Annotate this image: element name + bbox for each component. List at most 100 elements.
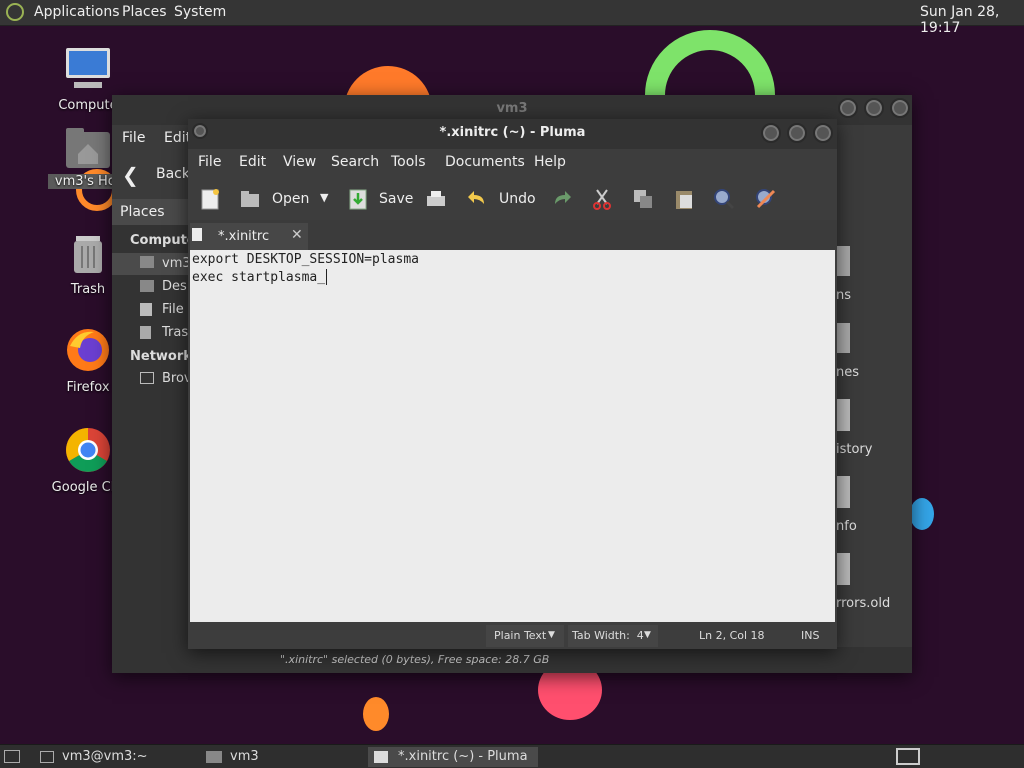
workspace-switcher[interactable]: [896, 748, 920, 765]
sidebar-item-label: vm3: [162, 256, 191, 271]
bottom-taskbar: vm3@vm3:~ vm3 *.xinitrc (~) - Pluma: [0, 744, 1024, 768]
close-button[interactable]: [890, 98, 910, 118]
window-title: vm3: [496, 101, 528, 116]
show-desktop-icon[interactable]: [4, 750, 20, 763]
folder-icon[interactable]: [836, 246, 850, 276]
sidebar-item-trash[interactable]: Tras: [112, 322, 188, 344]
insert-mode: INS: [801, 629, 820, 642]
tab-xinitrc[interactable]: *.xinitrc ✕: [190, 223, 308, 250]
home-folder-icon: [66, 128, 110, 168]
trash-icon: [140, 326, 151, 339]
menu-file[interactable]: File: [198, 154, 221, 170]
file-manager-statusbar: ".xinitrc" selected (0 bytes), Free spac…: [112, 647, 912, 673]
file-label[interactable]: nfo: [836, 519, 857, 534]
editor-line: exec startplasma_: [192, 270, 326, 285]
folder-icon: [206, 751, 222, 763]
close-tab-icon[interactable]: ✕: [291, 227, 303, 243]
chevron-down-icon: ▼: [548, 630, 555, 640]
folder-icon[interactable]: [836, 323, 850, 353]
pluma-statusbar: Plain Text ▼ Tab Width: 4 ▼ Ln 2, Col 18…: [188, 623, 837, 649]
syntax-dropdown[interactable]: Plain Text ▼: [486, 625, 564, 647]
chrome-icon: [66, 428, 110, 472]
menu-edit[interactable]: Edit: [239, 154, 266, 170]
toolbar: Open ▼ Save Undo: [188, 179, 837, 219]
save-button[interactable]: Save: [379, 191, 413, 207]
search-icon[interactable]: [712, 187, 736, 211]
file-label[interactable]: istory: [836, 442, 872, 457]
menu-documents[interactable]: Documents: [445, 154, 525, 170]
file-view: ns nes istory nfo rrors.old: [836, 199, 912, 647]
clock[interactable]: Sun Jan 28, 19:17: [920, 4, 1024, 36]
sidebar-item-label: File: [162, 302, 184, 317]
sidebar-item-browse-network[interactable]: Brov: [112, 368, 192, 390]
chevron-down-icon[interactable]: ▼: [320, 191, 328, 204]
close-button[interactable]: [813, 123, 833, 143]
sidebar-item-home[interactable]: vm3: [112, 253, 191, 275]
menu-file[interactable]: File: [122, 130, 145, 146]
undo-icon[interactable]: [465, 187, 489, 211]
places-dropdown[interactable]: Places: [112, 199, 188, 225]
back-arrow-icon[interactable]: ❮: [122, 163, 139, 187]
minimize-button[interactable]: [761, 123, 781, 143]
window-menu-button[interactable]: [192, 123, 208, 139]
text-editor[interactable]: export DESKTOP_SESSION=plasma exec start…: [190, 250, 835, 622]
open-icon[interactable]: [238, 187, 262, 211]
print-icon[interactable]: [424, 187, 448, 211]
task-pluma[interactable]: *.xinitrc (~) - Pluma: [368, 747, 538, 767]
window-title: *.xinitrc (~) - Pluma: [439, 125, 586, 140]
filesystem-icon: [140, 303, 152, 316]
file-icon[interactable]: [836, 476, 850, 508]
sidebar-item-filesystem[interactable]: File: [112, 299, 188, 321]
sidebar: Compute vm3 Des File Tras Network Brov: [112, 225, 196, 673]
minimize-button[interactable]: [838, 98, 858, 118]
file-icon[interactable]: [836, 553, 850, 585]
task-label: vm3@vm3:~: [62, 749, 148, 764]
mate-logo-icon[interactable]: [6, 3, 24, 21]
task-terminal[interactable]: vm3@vm3:~: [34, 747, 200, 767]
menu-help[interactable]: Help: [534, 154, 566, 170]
back-button[interactable]: Back: [156, 166, 190, 182]
tab-label: *.xinitrc: [218, 229, 270, 244]
tab-width-label: Tab Width: 4: [572, 629, 644, 642]
file-label[interactable]: ns: [836, 288, 851, 303]
system-menu[interactable]: System: [174, 4, 226, 20]
syntax-label: Plain Text: [494, 629, 547, 642]
menu-view[interactable]: View: [283, 154, 316, 170]
chevron-down-icon: ▼: [644, 630, 651, 640]
document-icon: [192, 228, 202, 241]
sidebar-item-desktop[interactable]: Des: [112, 276, 188, 298]
desktop-folder-icon: [140, 280, 154, 292]
new-document-icon[interactable]: [198, 187, 222, 211]
redo-icon[interactable]: [550, 187, 574, 211]
applications-menu[interactable]: Applications: [34, 4, 120, 20]
menu-search[interactable]: Search: [331, 154, 379, 170]
menubar: File Edit View Search Tools Documents He…: [188, 151, 837, 175]
maximize-button[interactable]: [787, 123, 807, 143]
task-label: vm3: [230, 749, 259, 764]
save-icon[interactable]: [346, 187, 370, 211]
task-file-manager[interactable]: vm3: [200, 747, 366, 767]
pluma-titlebar[interactable]: *.xinitrc (~) - Pluma: [188, 119, 837, 149]
status-text: ".xinitrc" selected (0 bytes), Free spac…: [280, 653, 550, 666]
menu-tools[interactable]: Tools: [391, 154, 426, 170]
file-label[interactable]: nes: [836, 365, 859, 380]
file-icon[interactable]: [836, 399, 850, 431]
firefox-icon: [67, 329, 109, 371]
cut-icon[interactable]: [590, 187, 614, 211]
file-label[interactable]: rrors.old: [836, 596, 890, 611]
sidebar-heading-computer: Compute: [130, 233, 196, 248]
undo-button[interactable]: Undo: [499, 191, 536, 207]
sidebar-item-label: Des: [162, 279, 187, 294]
editor-line: export DESKTOP_SESSION=plasma: [192, 252, 419, 267]
maximize-button[interactable]: [864, 98, 884, 118]
text-cursor: [326, 269, 327, 285]
search-replace-icon[interactable]: [754, 187, 778, 211]
open-button[interactable]: Open: [272, 191, 309, 207]
copy-icon[interactable]: [631, 187, 655, 211]
top-panel: Applications Places System Sun Jan 28, 1…: [0, 0, 1024, 36]
task-label: *.xinitrc (~) - Pluma: [398, 749, 528, 764]
paste-icon[interactable]: [672, 187, 696, 211]
places-menu[interactable]: Places: [122, 4, 167, 20]
network-icon: [140, 372, 154, 384]
tab-width-dropdown[interactable]: Tab Width: 4 ▼: [568, 625, 658, 647]
